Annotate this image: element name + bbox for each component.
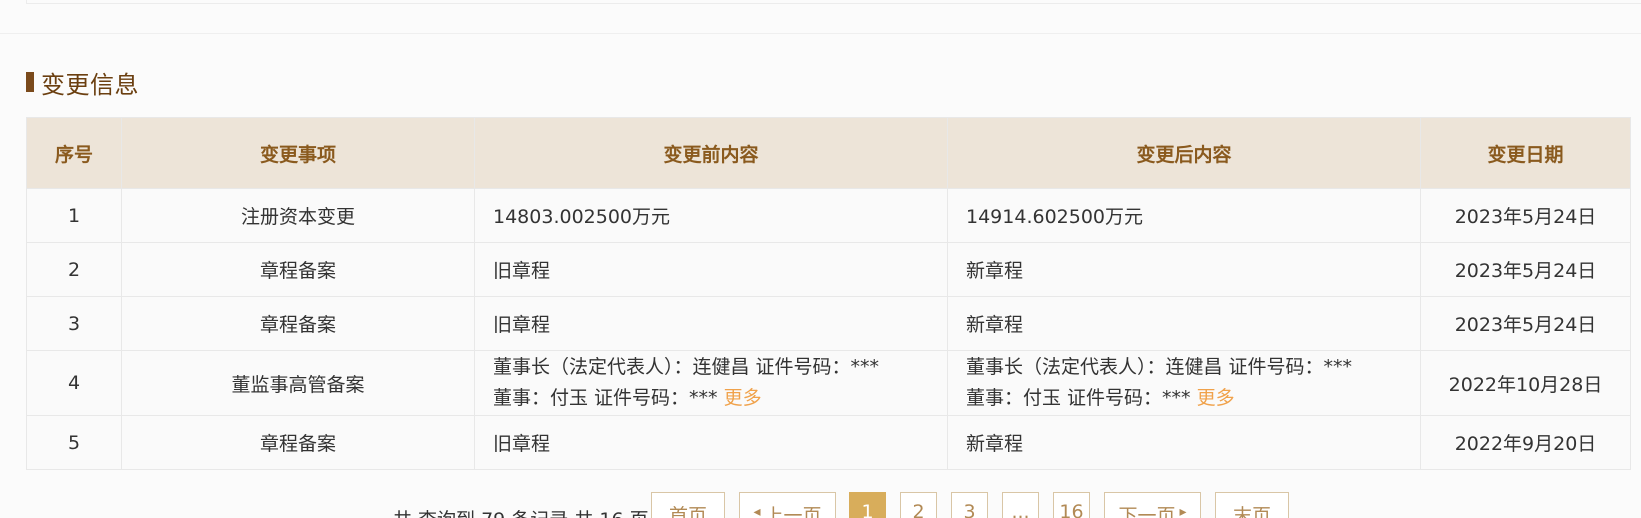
cell-date: 2023年5月24日: [1420, 242, 1631, 297]
cell-before: 旧章程: [474, 415, 948, 470]
cell-item: 注册资本变更: [121, 188, 475, 243]
cell-date: 2023年5月24日: [1420, 188, 1631, 243]
pagination-summary: 共 查询到 79 条记录 共 16 页: [393, 505, 649, 518]
next-page-label: 下一页: [1118, 505, 1176, 518]
prev-page-label: 上一页: [764, 505, 822, 518]
cell-after: 新章程: [947, 296, 1421, 351]
before-line-1: 董事长（法定代表人）：连健昌 证件号码：***: [493, 356, 880, 378]
section-title: 变更信息: [41, 70, 139, 99]
page-1-button[interactable]: 1: [849, 492, 886, 518]
table-row: 4 董监事高管备案 董事长（法定代表人）：连健昌 证件号码：*** 董事：付玉 …: [26, 350, 1631, 416]
header-item: 变更事项: [121, 117, 475, 189]
cell-before: 旧章程: [474, 242, 948, 297]
table-header-row: 序号 变更事项 变更前内容 变更后内容 变更日期: [26, 117, 1631, 189]
cell-date: 2022年10月28日: [1420, 350, 1631, 416]
after-line-2-text: 董事：付玉 证件号码：***: [966, 387, 1191, 409]
table-row: 3 章程备案 旧章程 新章程 2023年5月24日: [26, 296, 1631, 351]
page-16-button[interactable]: 16: [1053, 492, 1090, 518]
after-line-1: 董事长（法定代表人）：连健昌 证件号码：***: [966, 356, 1353, 378]
cell-no: 4: [26, 350, 122, 416]
after-line-2: 董事：付玉 证件号码：*** 更多: [966, 383, 1420, 414]
cell-after: 董事长（法定代表人）：连健昌 证件号码：*** 董事：付玉 证件号码：*** 更…: [947, 350, 1421, 416]
cell-after: 14914.602500万元: [947, 188, 1421, 243]
cell-no: 3: [26, 296, 122, 351]
before-line-2: 董事：付玉 证件号码：*** 更多: [493, 383, 947, 414]
cell-item: 章程备案: [121, 242, 475, 297]
next-page-button[interactable]: 下一页 ▸: [1104, 492, 1201, 518]
more-link-before[interactable]: 更多: [724, 387, 762, 409]
table-row: 5 章程备案 旧章程 新章程 2022年9月20日: [26, 415, 1631, 470]
section-header: 变更信息: [26, 66, 139, 99]
cell-after: 新章程: [947, 242, 1421, 297]
cell-date: 2022年9月20日: [1420, 415, 1631, 470]
prev-page-button[interactable]: ◂ 上一页: [739, 492, 836, 518]
more-link-after[interactable]: 更多: [1197, 387, 1235, 409]
chevron-left-icon: ◂: [753, 504, 761, 518]
previous-section-card: [26, 0, 1641, 4]
page-ellipsis: ...: [1002, 492, 1039, 518]
cell-no: 1: [26, 188, 122, 243]
before-line-2-text: 董事：付玉 证件号码：***: [493, 387, 718, 409]
header-before: 变更前内容: [474, 117, 948, 189]
header-after: 变更后内容: [947, 117, 1421, 189]
title-marker: [26, 72, 34, 92]
cell-no: 2: [26, 242, 122, 297]
header-no: 序号: [26, 117, 122, 189]
table-row: 2 章程备案 旧章程 新章程 2023年5月24日: [26, 242, 1631, 297]
chevron-right-icon: ▸: [1179, 504, 1187, 518]
cell-item: 章程备案: [121, 415, 475, 470]
first-page-button[interactable]: 首页: [651, 492, 725, 518]
cell-before: 14803.002500万元: [474, 188, 948, 243]
page-3-button[interactable]: 3: [951, 492, 988, 518]
cell-before: 旧章程: [474, 296, 948, 351]
cell-item: 章程备案: [121, 296, 475, 351]
section-divider: [0, 33, 1641, 34]
cell-before: 董事长（法定代表人）：连健昌 证件号码：*** 董事：付玉 证件号码：*** 更…: [474, 350, 948, 416]
last-page-button[interactable]: 末页: [1215, 492, 1289, 518]
page-2-button[interactable]: 2: [900, 492, 937, 518]
header-date: 变更日期: [1420, 117, 1631, 189]
cell-item: 董监事高管备案: [121, 350, 475, 416]
table-row: 1 注册资本变更 14803.002500万元 14914.602500万元 2…: [26, 188, 1631, 243]
cell-no: 5: [26, 415, 122, 470]
change-info-table: 序号 变更事项 变更前内容 变更后内容 变更日期 1 注册资本变更 14803.…: [26, 117, 1631, 470]
pagination: 共 查询到 79 条记录 共 16 页 首页 ◂上一页 1 2 3 ... 16…: [0, 492, 1641, 518]
cell-date: 2023年5月24日: [1420, 296, 1631, 351]
cell-after: 新章程: [947, 415, 1421, 470]
